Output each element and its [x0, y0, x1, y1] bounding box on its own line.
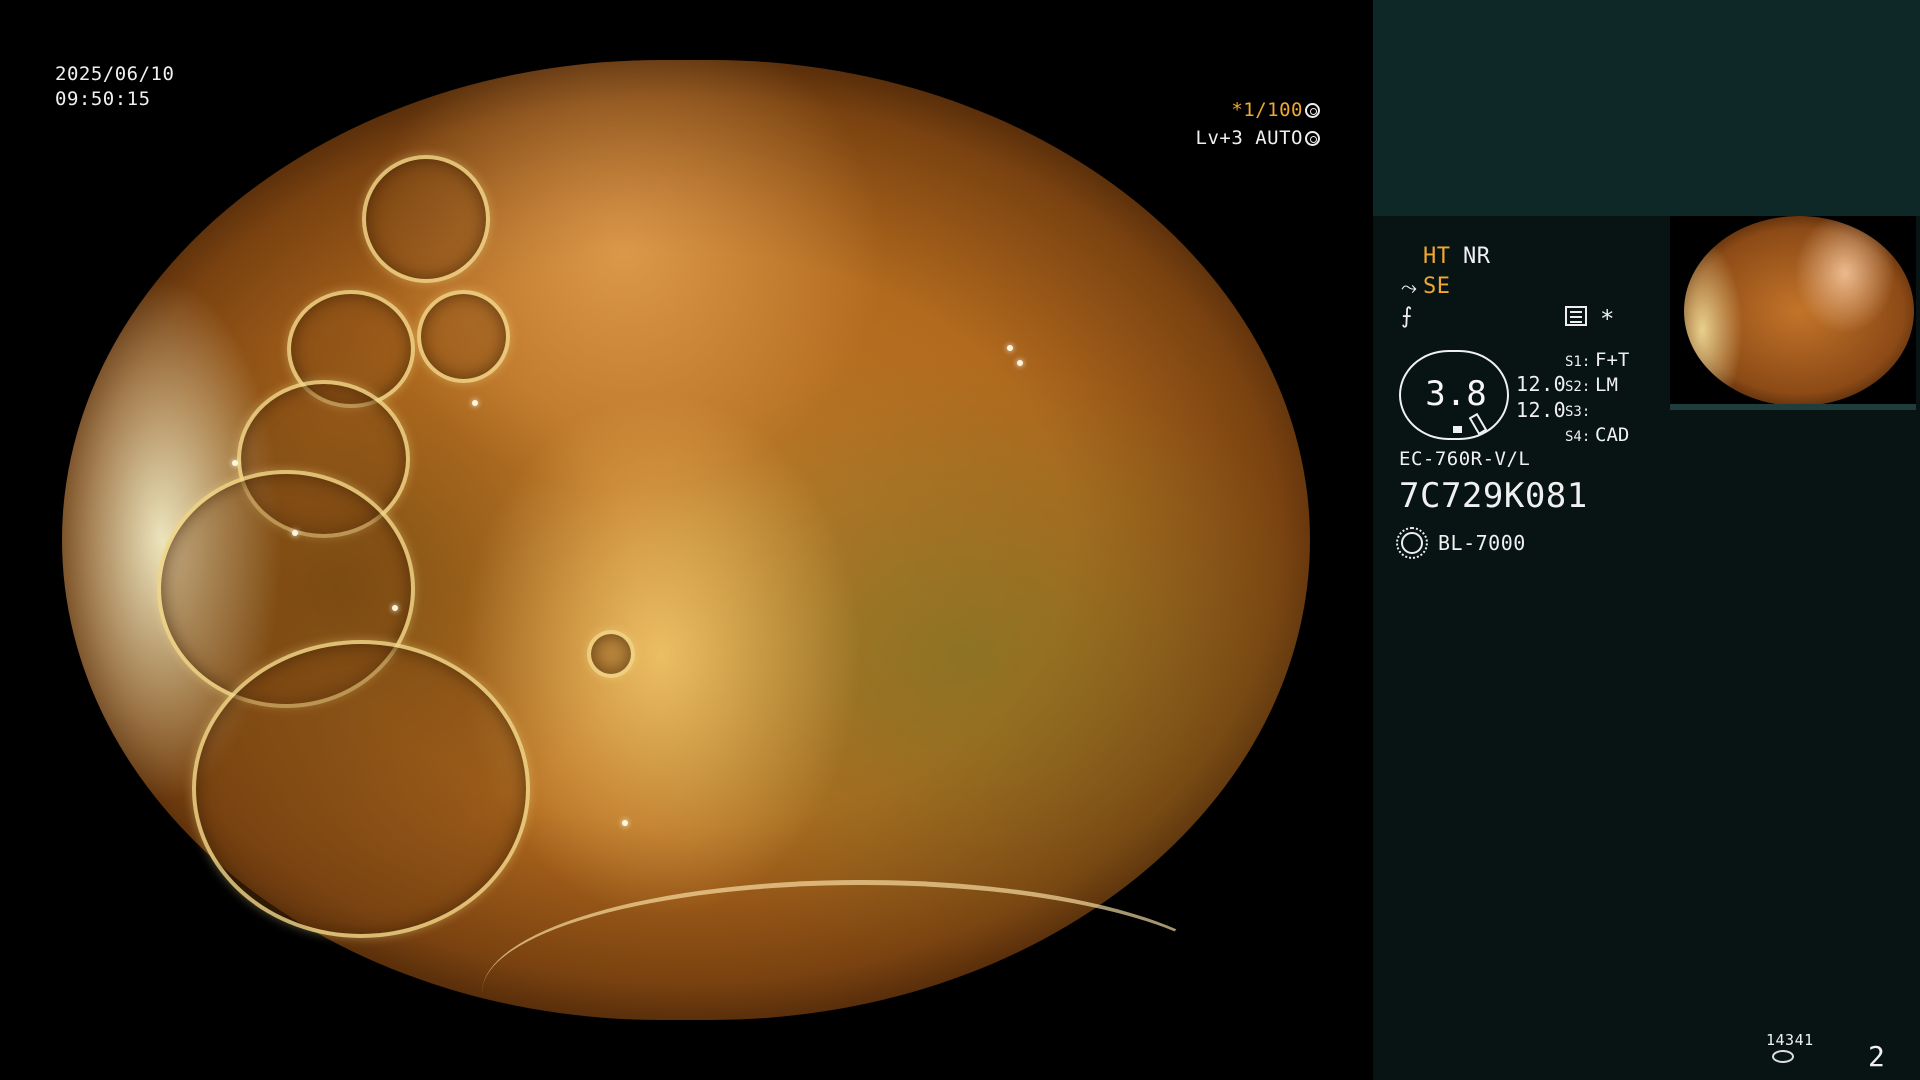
se-mode-indicator: SE	[1423, 274, 1451, 299]
value-readout-2: 12.0	[1516, 398, 1567, 422]
nr-mode-indicator: NR	[1463, 244, 1491, 269]
aperture-icon	[1305, 103, 1320, 118]
time-text: 09:50:15	[55, 88, 151, 110]
ht-mode-indicator: HT	[1423, 244, 1451, 269]
switch-value-s4: CAD	[1595, 424, 1630, 446]
page-number: 2	[1868, 1040, 1886, 1073]
date-text: 2025/06/10	[55, 63, 175, 85]
panel-header-area	[1373, 0, 1920, 216]
freeze-icon: ⨍	[1401, 304, 1413, 329]
iris-icon	[1305, 131, 1320, 146]
air-bubble	[587, 630, 635, 678]
reflection-speck	[1017, 360, 1023, 366]
air-bubble	[417, 290, 510, 383]
light-source-icon	[1396, 527, 1428, 559]
reflection-speck	[392, 605, 398, 611]
structure-enhance-icon: ⤳	[1401, 275, 1418, 299]
air-bubble	[192, 640, 530, 938]
switch-label-s2: S2:	[1565, 379, 1591, 395]
switch-label-s4: S4:	[1565, 429, 1591, 445]
captured-image-thumbnail[interactable]	[1670, 216, 1916, 410]
gauge-marker	[1453, 426, 1462, 433]
shutter-display: *1/100	[1190, 98, 1320, 123]
endoscopic-image	[62, 60, 1310, 1020]
switch-value-s2: LM	[1595, 374, 1618, 396]
air-bubble	[362, 155, 490, 283]
storage-icon	[1772, 1050, 1794, 1063]
endoscope-video-view: 2025/06/10 09:50:15 *1/100 Lv+3 AUTO	[0, 0, 1373, 1080]
date-time-display: 2025/06/10 09:50:15	[55, 62, 174, 112]
reflection-speck	[472, 400, 478, 406]
shutter-text: *1/100	[1231, 99, 1303, 121]
thumbnail-image	[1684, 216, 1914, 404]
reflection-speck	[292, 530, 298, 536]
storage-counter: 14341	[1766, 1031, 1814, 1049]
switch-label-s3: S3:	[1565, 404, 1591, 420]
reflection-speck	[1007, 345, 1013, 351]
light-source-model: BL-7000	[1438, 531, 1526, 555]
switch-value-s1: F+T	[1595, 349, 1630, 371]
gauge-pointer	[1468, 412, 1488, 436]
reflection-speck	[622, 820, 628, 826]
reflection-speck	[232, 460, 238, 466]
level-text: Lv+3 AUTO	[1195, 127, 1303, 149]
gauge-value: 3.8	[1425, 374, 1487, 414]
brightness-level-display: Lv+3 AUTO	[1190, 126, 1320, 151]
switch-label-s1: S1:	[1565, 354, 1591, 370]
gauge-display: 3.8	[1399, 350, 1509, 440]
grid-icon	[1565, 306, 1587, 326]
mucosal-fold	[482, 880, 1242, 1020]
scope-model: EC-760R-V/L	[1399, 448, 1531, 470]
scope-serial: 7C729K081	[1399, 476, 1588, 516]
value-readout-1: 12.0	[1516, 372, 1567, 396]
status-panel: HT NR ⤳ SE ⨍ * 3.8 12.0 12.0 S1: F+T S2:…	[1373, 0, 1920, 1080]
asterisk-icon: *	[1600, 305, 1615, 333]
